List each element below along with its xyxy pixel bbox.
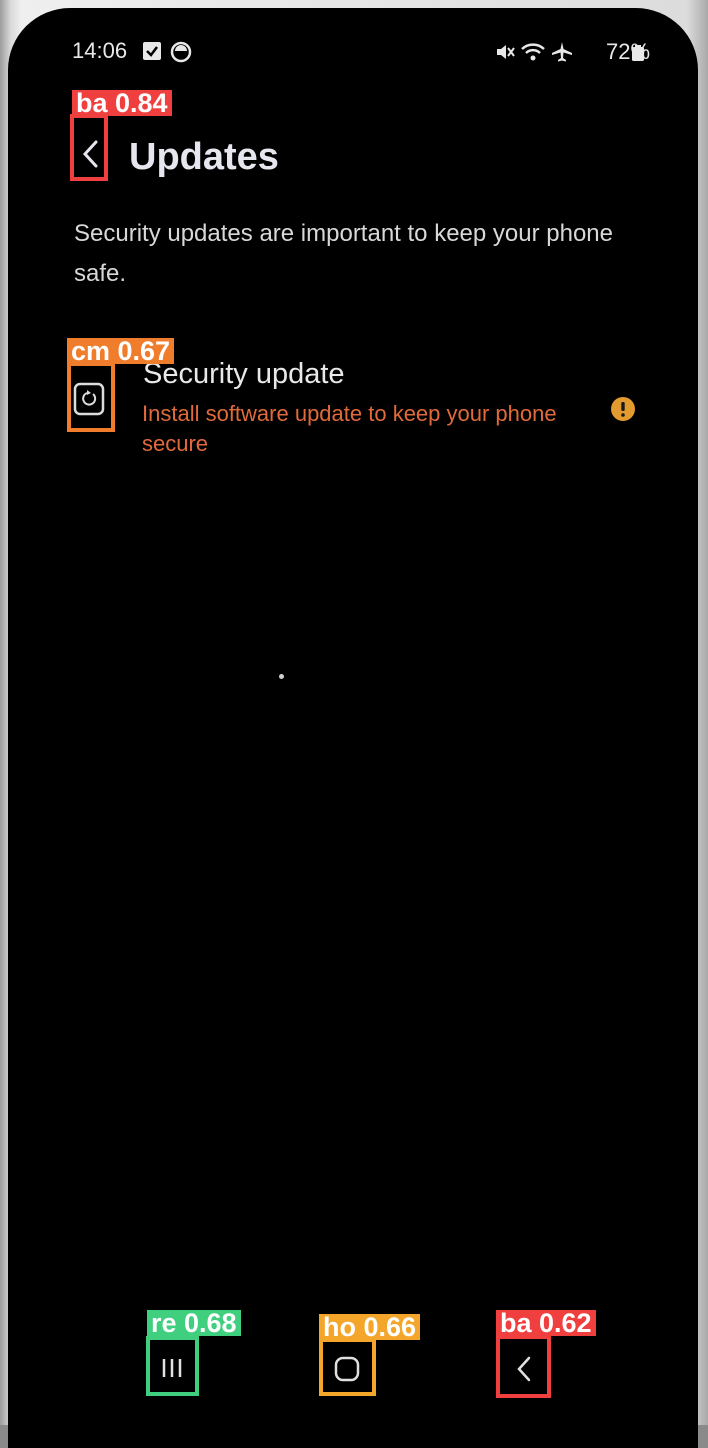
checkbox-notification-icon	[142, 41, 162, 66]
detection-label-item-icon: cm 0.67	[67, 338, 175, 365]
page-description: Security updates are important to keep y…	[74, 220, 613, 287]
detection-box-recents	[146, 1336, 199, 1396]
detection-box-home	[319, 1338, 376, 1396]
status-bar: 14:06 72%	[8, 38, 698, 68]
detection-label-recents: re 0.68	[147, 1310, 241, 1337]
detection-box-back-bottom	[496, 1335, 551, 1398]
screen: 14:06 72% Updates Security updates are i…	[8, 8, 698, 1448]
dust-dot	[279, 674, 284, 679]
mute-icon	[494, 41, 516, 68]
airplane-icon	[550, 41, 574, 68]
app-notification-icon	[170, 41, 192, 68]
detection-box-back-top	[70, 114, 108, 181]
page-title: Updates	[129, 136, 279, 178]
security-update-subtitle: Install software update to keep your pho…	[142, 401, 557, 456]
detection-box-item-icon	[67, 362, 115, 432]
wifi-icon	[520, 41, 546, 68]
detection-label-home: ho 0.66	[319, 1314, 421, 1341]
detection-label-back-top: ba 0.84	[72, 90, 172, 117]
detection-label-back-bottom: ba 0.62	[496, 1310, 596, 1337]
warning-icon	[610, 396, 636, 427]
battery-icon	[632, 45, 644, 66]
status-time: 14:06	[72, 38, 128, 63]
phone-frame: 14:06 72% Updates Security updates are i…	[0, 0, 708, 1448]
